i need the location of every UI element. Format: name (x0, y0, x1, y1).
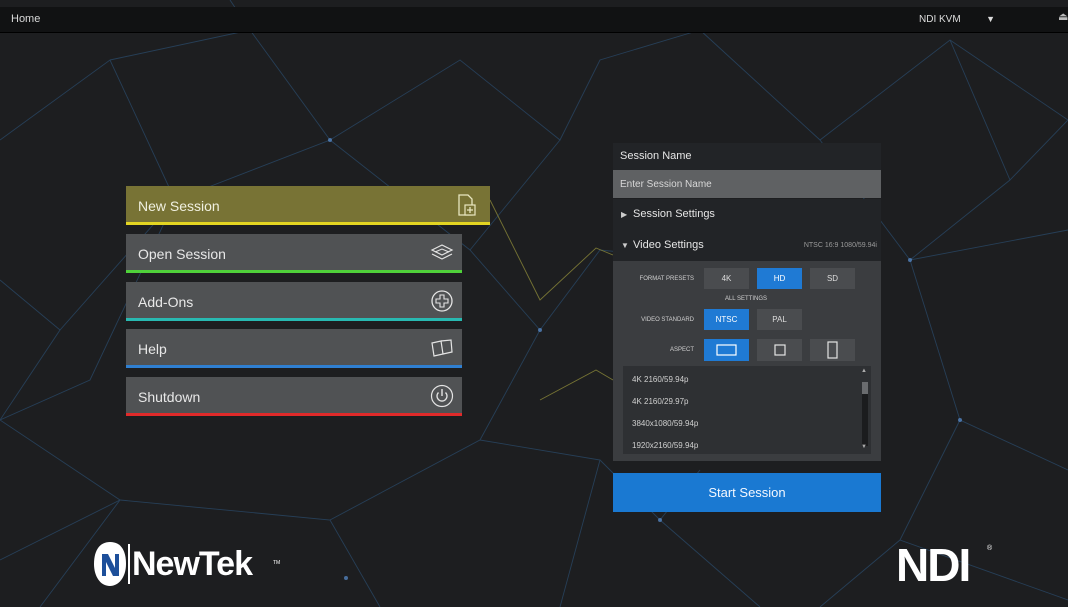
square-icon (774, 344, 786, 356)
list-item[interactable]: 4K 2160/59.94p (632, 375, 689, 384)
newtek-logo-icon (94, 542, 126, 586)
newtek-tm: TM (273, 560, 281, 566)
all-settings-label: ALL SETTINGS (724, 296, 768, 302)
scrollbar-thumb[interactable] (862, 382, 868, 394)
scroll-up-icon[interactable]: ▲ (861, 368, 867, 374)
pal-button[interactable]: PAL (757, 309, 802, 330)
resolution-list[interactable]: 4K 2160/59.94p 4K 2160/29.97p 3840x1080/… (623, 366, 871, 454)
open-session-label: Open Session (138, 246, 226, 262)
accent-bar (126, 318, 462, 321)
session-name-title: Session Name (613, 143, 881, 170)
aspect-square-button[interactable] (757, 339, 802, 361)
shutdown-label: Shutdown (138, 389, 201, 405)
widescreen-icon (716, 344, 737, 356)
session-settings-toggle[interactable]: ▶ Session Settings (613, 199, 881, 230)
chevron-down-icon: ▼ (986, 14, 995, 24)
accent-bar (126, 222, 490, 225)
ndi-logo: NDI (896, 539, 971, 591)
aspect-label: ASPECT (669, 347, 694, 353)
help-label: Help (138, 341, 167, 357)
list-item[interactable]: 4K 2160/29.97p (632, 397, 689, 406)
logo-divider (128, 544, 130, 584)
add-ons-button[interactable]: Add-Ons (126, 282, 462, 321)
help-button[interactable]: Help (126, 329, 462, 368)
accent-bar (126, 270, 462, 273)
power-icon (430, 384, 454, 408)
book-icon (431, 339, 453, 357)
open-stack-icon (430, 244, 454, 260)
new-document-icon (458, 194, 476, 216)
scroll-down-icon[interactable]: ▼ (861, 444, 867, 450)
kvm-dropdown-value: NDI KVM (919, 14, 961, 25)
video-standard-label: VIDEO STANDARD (641, 317, 694, 323)
list-item[interactable]: 1920x2160/59.94p (632, 441, 698, 450)
add-ons-label: Add-Ons (138, 294, 194, 310)
list-item[interactable]: 3840x1080/59.94p (632, 419, 698, 428)
open-session-button[interactable]: Open Session (126, 234, 462, 273)
new-session-button[interactable]: New Session (126, 186, 490, 225)
eject-icon[interactable]: ⏏ (1058, 10, 1068, 23)
aspect-widescreen-button[interactable] (704, 339, 749, 361)
video-settings-toggle[interactable]: ▼ Video Settings NTSC 16:9 1080/59.94i (613, 230, 881, 261)
ndi-registered-mark: ® (987, 545, 993, 552)
session-name-input[interactable] (613, 170, 881, 198)
portrait-icon (827, 341, 838, 359)
preset-4k-button[interactable]: 4K (704, 268, 749, 289)
page-title: Home (11, 13, 41, 25)
format-presets-label: FORMAT PRESETS (639, 276, 694, 282)
ntsc-button[interactable]: NTSC (704, 309, 749, 330)
chevron-down-icon: ▼ (621, 241, 629, 250)
kvm-dropdown[interactable]: NDI KVM ▼ (914, 10, 998, 29)
preset-hd-button[interactable]: HD (757, 268, 802, 289)
aspect-portrait-button[interactable] (810, 339, 855, 361)
start-session-button[interactable]: Start Session (613, 473, 881, 512)
session-settings-label: Session Settings (633, 208, 715, 220)
resolution-list-scrollbar[interactable]: ▲ ▼ (860, 368, 868, 454)
accent-bar (126, 365, 462, 368)
accent-bar (126, 413, 462, 416)
plus-circle-icon (431, 290, 453, 312)
new-session-label: New Session (138, 198, 220, 214)
shutdown-button[interactable]: Shutdown (126, 377, 462, 416)
newtek-logo: NewTek (132, 545, 253, 583)
video-settings-summary: NTSC 16:9 1080/59.94i (803, 242, 877, 249)
chevron-right-icon: ▶ (621, 210, 628, 219)
top-bar: Home NDI KVM ▼ ⏏ (0, 7, 1068, 33)
video-settings-label: Video Settings (633, 239, 704, 251)
preset-sd-button[interactable]: SD (810, 268, 855, 289)
